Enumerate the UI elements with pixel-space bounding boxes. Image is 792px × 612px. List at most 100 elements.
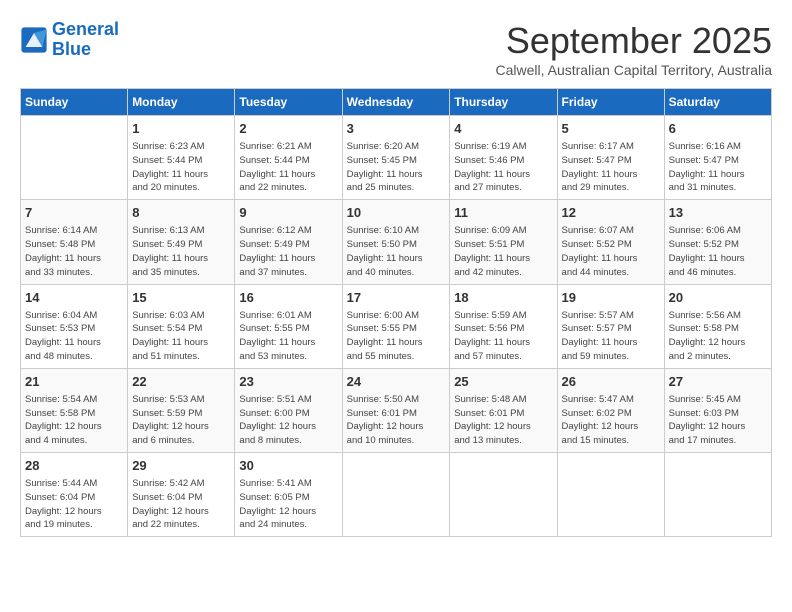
day-number: 30 [239,457,337,475]
day-info: Sunrise: 6:07 AM Sunset: 5:52 PM Dayligh… [562,224,660,279]
day-number: 24 [347,373,446,391]
day-info: Sunrise: 5:42 AM Sunset: 6:04 PM Dayligh… [132,477,230,532]
day-number: 22 [132,373,230,391]
day-number: 5 [562,120,660,138]
day-info: Sunrise: 6:21 AM Sunset: 5:44 PM Dayligh… [239,140,337,195]
day-info: Sunrise: 5:57 AM Sunset: 5:57 PM Dayligh… [562,309,660,364]
day-number: 28 [25,457,123,475]
logo-line1: General [52,19,119,39]
logo: General Blue [20,20,119,60]
day-number: 25 [454,373,552,391]
day-info: Sunrise: 6:14 AM Sunset: 5:48 PM Dayligh… [25,224,123,279]
calendar-table: SundayMondayTuesdayWednesdayThursdayFrid… [20,88,772,537]
day-info: Sunrise: 6:13 AM Sunset: 5:49 PM Dayligh… [132,224,230,279]
calendar-cell: 14 Sunrise: 6:04 AM Sunset: 5:53 PM Dayli… [21,284,128,368]
weekday-header-tuesday: Tuesday [235,89,342,116]
logo-icon [20,26,48,54]
calendar-week-2: 7 Sunrise: 6:14 AM Sunset: 5:48 PM Daylig… [21,200,772,284]
calendar-week-5: 28 Sunrise: 5:44 AM Sunset: 6:04 PM Dayli… [21,453,772,537]
day-number: 13 [669,204,767,222]
calendar-cell: 28 Sunrise: 5:44 AM Sunset: 6:04 PM Dayli… [21,453,128,537]
day-info: Sunrise: 5:48 AM Sunset: 6:01 PM Dayligh… [454,393,552,448]
calendar-cell: 20Sunrise: 5:56 AM Sunset: 5:58 PM Dayli… [664,284,771,368]
day-info: Sunrise: 5:50 AM Sunset: 6:01 PM Dayligh… [347,393,446,448]
calendar-cell: 8 Sunrise: 6:13 AM Sunset: 5:49 PM Daylig… [128,200,235,284]
day-info: Sunrise: 5:44 AM Sunset: 6:04 PM Dayligh… [25,477,123,532]
calendar-cell: 7 Sunrise: 6:14 AM Sunset: 5:48 PM Daylig… [21,200,128,284]
subtitle: Calwell, Australian Capital Territory, A… [496,62,773,78]
day-number: 14 [25,289,123,307]
day-number: 11 [454,204,552,222]
calendar-cell: 26 Sunrise: 5:47 AM Sunset: 6:02 PM Dayli… [557,368,664,452]
day-number: 10 [347,204,446,222]
calendar-week-4: 21Sunrise: 5:54 AM Sunset: 5:58 PM Dayli… [21,368,772,452]
day-number: 29 [132,457,230,475]
day-number: 23 [239,373,337,391]
day-number: 18 [454,289,552,307]
day-number: 9 [239,204,337,222]
day-number: 1 [132,120,230,138]
day-info: Sunrise: 6:03 AM Sunset: 5:54 PM Dayligh… [132,309,230,364]
day-info: Sunrise: 6:09 AM Sunset: 5:51 PM Dayligh… [454,224,552,279]
calendar-cell [21,116,128,200]
weekday-header-friday: Friday [557,89,664,116]
calendar-cell: 2Sunrise: 6:21 AM Sunset: 5:44 PM Daylig… [235,116,342,200]
day-info: Sunrise: 6:10 AM Sunset: 5:50 PM Dayligh… [347,224,446,279]
day-info: Sunrise: 5:45 AM Sunset: 6:03 PM Dayligh… [669,393,767,448]
day-info: Sunrise: 6:20 AM Sunset: 5:45 PM Dayligh… [347,140,446,195]
weekday-header-monday: Monday [128,89,235,116]
day-number: 6 [669,120,767,138]
logo-text: General Blue [52,20,119,60]
calendar-cell: 3 Sunrise: 6:20 AM Sunset: 5:45 PM Daylig… [342,116,450,200]
day-number: 12 [562,204,660,222]
day-info: Sunrise: 6:12 AM Sunset: 5:49 PM Dayligh… [239,224,337,279]
day-number: 21 [25,373,123,391]
title-block: September 2025 Calwell, Australian Capit… [496,20,773,78]
calendar-cell: 29 Sunrise: 5:42 AM Sunset: 6:04 PM Dayli… [128,453,235,537]
weekday-header-saturday: Saturday [664,89,771,116]
day-info: Sunrise: 6:06 AM Sunset: 5:52 PM Dayligh… [669,224,767,279]
day-number: 15 [132,289,230,307]
calendar-cell: 18Sunrise: 5:59 AM Sunset: 5:56 PM Dayli… [450,284,557,368]
day-info: Sunrise: 6:01 AM Sunset: 5:55 PM Dayligh… [239,309,337,364]
calendar-cell: 19 Sunrise: 5:57 AM Sunset: 5:57 PM Dayli… [557,284,664,368]
day-number: 27 [669,373,767,391]
day-info: Sunrise: 5:53 AM Sunset: 5:59 PM Dayligh… [132,393,230,448]
calendar-cell: 11 Sunrise: 6:09 AM Sunset: 5:51 PM Dayli… [450,200,557,284]
day-info: Sunrise: 6:17 AM Sunset: 5:47 PM Dayligh… [562,140,660,195]
calendar-cell: 22 Sunrise: 5:53 AM Sunset: 5:59 PM Dayli… [128,368,235,452]
day-info: Sunrise: 5:47 AM Sunset: 6:02 PM Dayligh… [562,393,660,448]
calendar-cell: 13 Sunrise: 6:06 AM Sunset: 5:52 PM Dayli… [664,200,771,284]
calendar-cell: 5 Sunrise: 6:17 AM Sunset: 5:47 PM Daylig… [557,116,664,200]
day-info: Sunrise: 5:51 AM Sunset: 6:00 PM Dayligh… [239,393,337,448]
calendar-cell: 27 Sunrise: 5:45 AM Sunset: 6:03 PM Dayli… [664,368,771,452]
day-info: Sunrise: 5:41 AM Sunset: 6:05 PM Dayligh… [239,477,337,532]
day-number: 7 [25,204,123,222]
calendar-cell: 1 Sunrise: 6:23 AM Sunset: 5:44 PM Daylig… [128,116,235,200]
calendar-cell: 10 Sunrise: 6:10 AM Sunset: 5:50 PM Dayli… [342,200,450,284]
day-info: Sunrise: 6:19 AM Sunset: 5:46 PM Dayligh… [454,140,552,195]
day-info: Sunrise: 6:16 AM Sunset: 5:47 PM Dayligh… [669,140,767,195]
weekday-header-thursday: Thursday [450,89,557,116]
day-info: Sunrise: 6:23 AM Sunset: 5:44 PM Dayligh… [132,140,230,195]
calendar-cell: 25 Sunrise: 5:48 AM Sunset: 6:01 PM Dayli… [450,368,557,452]
calendar-cell: 6 Sunrise: 6:16 AM Sunset: 5:47 PM Daylig… [664,116,771,200]
day-number: 3 [347,120,446,138]
month-title: September 2025 [496,20,773,62]
calendar-cell: 16Sunrise: 6:01 AM Sunset: 5:55 PM Dayli… [235,284,342,368]
day-info: Sunrise: 6:00 AM Sunset: 5:55 PM Dayligh… [347,309,446,364]
day-number: 26 [562,373,660,391]
calendar-cell [557,453,664,537]
calendar-cell: 4 Sunrise: 6:19 AM Sunset: 5:46 PM Daylig… [450,116,557,200]
calendar-cell: 30 Sunrise: 5:41 AM Sunset: 6:05 PM Dayli… [235,453,342,537]
day-number: 17 [347,289,446,307]
weekday-header-sunday: Sunday [21,89,128,116]
day-number: 8 [132,204,230,222]
weekday-header-wednesday: Wednesday [342,89,450,116]
calendar-week-3: 14 Sunrise: 6:04 AM Sunset: 5:53 PM Dayli… [21,284,772,368]
calendar-cell: 9 Sunrise: 6:12 AM Sunset: 5:49 PM Daylig… [235,200,342,284]
day-info: Sunrise: 6:04 AM Sunset: 5:53 PM Dayligh… [25,309,123,364]
calendar-cell: 23 Sunrise: 5:51 AM Sunset: 6:00 PM Dayli… [235,368,342,452]
day-number: 19 [562,289,660,307]
day-number: 4 [454,120,552,138]
